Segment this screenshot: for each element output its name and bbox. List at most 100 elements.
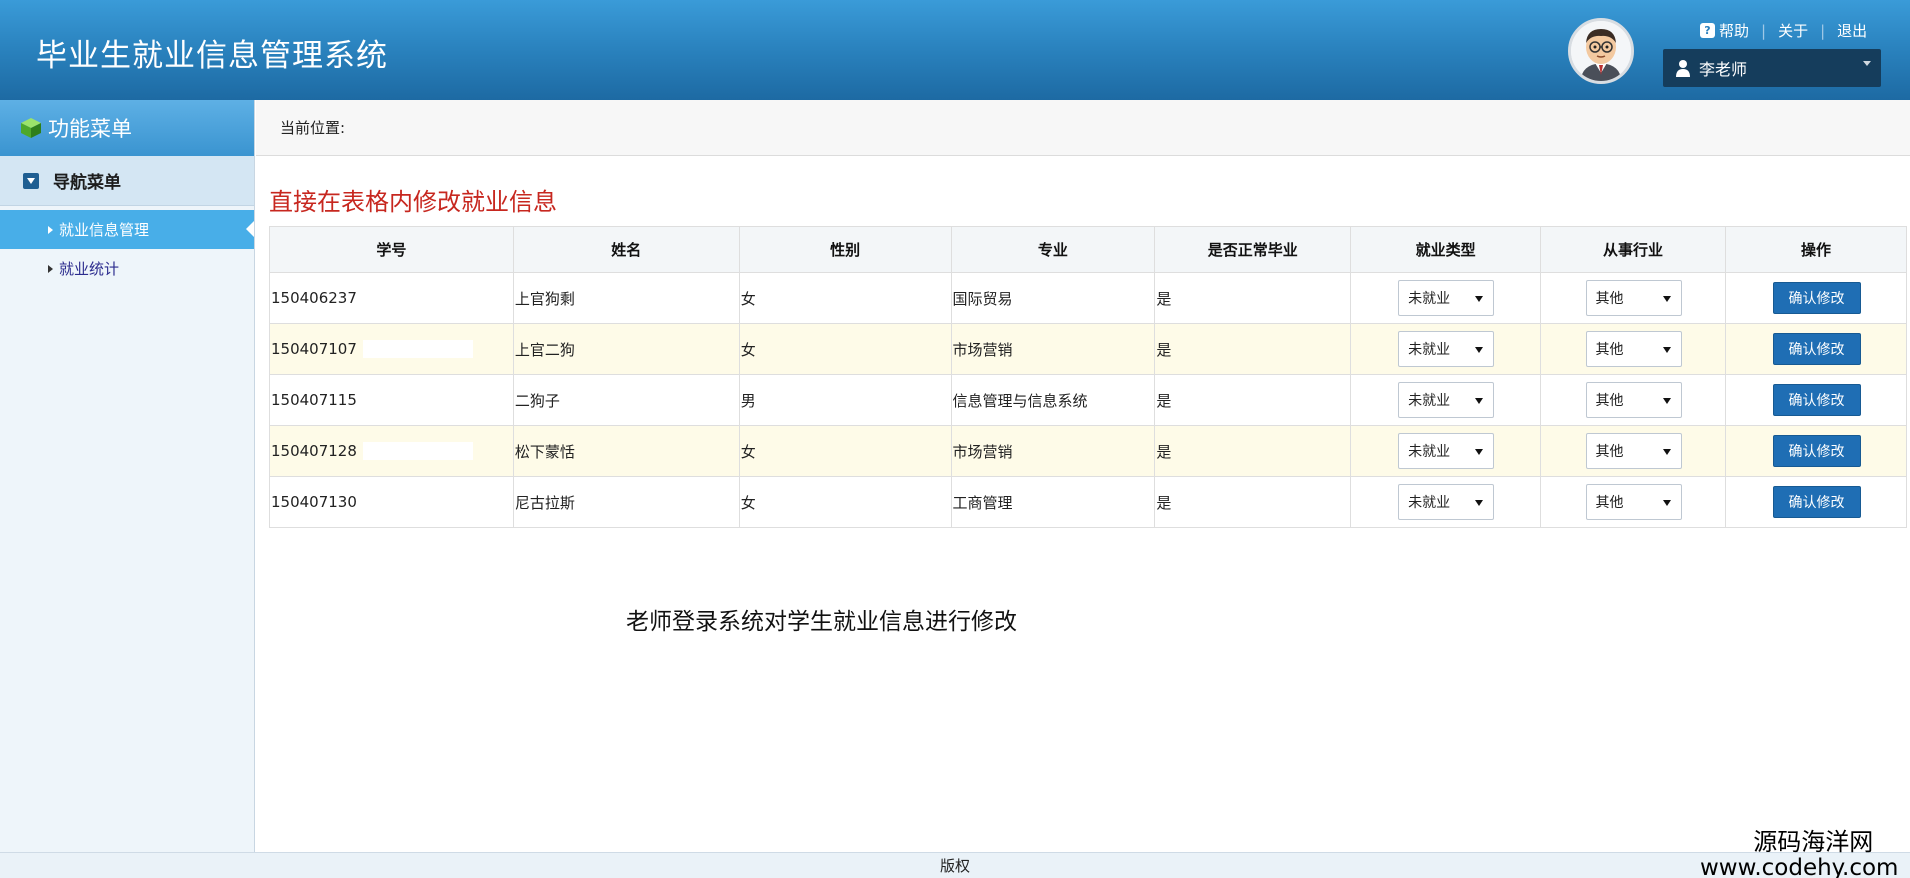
select-value: 未就业 xyxy=(1408,393,1451,409)
caret-down-icon xyxy=(1475,449,1484,455)
action-cell: 确认修改 xyxy=(1725,323,1907,375)
industry-cell: 其他 xyxy=(1540,476,1727,528)
sidebar: 功能菜单 导航菜单 就业信息管理 就业统计 xyxy=(0,100,255,852)
user-dropdown[interactable]: 李老师 xyxy=(1663,49,1881,87)
gender-cell: 女 xyxy=(738,272,952,324)
page-title: 直接在表格内修改就业信息 xyxy=(269,188,557,216)
employment-type-select[interactable]: 未就业 xyxy=(1398,484,1495,520)
graduated-cell: 是 xyxy=(1154,272,1352,324)
industry-cell: 其他 xyxy=(1540,374,1727,426)
industry-select[interactable]: 其他 xyxy=(1585,280,1682,316)
confirm-edit-button[interactable]: 确认修改 xyxy=(1772,384,1861,416)
watermark-en: www.codehy.com xyxy=(1700,855,1899,878)
caret-down-icon xyxy=(1662,296,1671,302)
confirm-edit-button[interactable]: 确认修改 xyxy=(1772,282,1861,314)
chevron-down-icon xyxy=(1863,61,1871,66)
action-cell: 确认修改 xyxy=(1725,425,1907,477)
caption-text: 老师登录系统对学生就业信息进行修改 xyxy=(626,609,1017,635)
divider: | xyxy=(1820,21,1826,40)
nav-menu-header[interactable]: 导航菜单 xyxy=(0,156,254,206)
select-value: 未就业 xyxy=(1408,495,1451,511)
employment-type-select[interactable]: 未就业 xyxy=(1398,433,1495,469)
column-header: 就业类型 xyxy=(1350,226,1542,273)
employment-type-select[interactable]: 未就业 xyxy=(1398,382,1495,418)
gender-cell: 男 xyxy=(738,374,952,426)
employment-type-cell: 未就业 xyxy=(1350,476,1542,528)
sidebar-item-label: 就业统计 xyxy=(59,260,120,278)
graduated-cell: 是 xyxy=(1154,425,1352,477)
logout-link[interactable]: 退出 xyxy=(1837,20,1867,41)
name-cell: 上官狗剩 xyxy=(512,272,740,324)
select-value: 其他 xyxy=(1595,444,1624,460)
graduated-cell: 是 xyxy=(1154,323,1352,375)
student-id-cell: 150407107 xyxy=(269,323,514,375)
table-header-row: 学号 姓名 性别 专业 是否正常毕业 就业类型 从事行业 操作 xyxy=(269,226,1907,273)
student-id-cell: 150407128 xyxy=(269,425,514,477)
help-icon[interactable]: ? xyxy=(1700,23,1715,38)
gender-cell: 女 xyxy=(738,476,952,528)
confirm-edit-button[interactable]: 确认修改 xyxy=(1772,435,1861,467)
column-header: 操作 xyxy=(1725,226,1907,273)
column-header: 专业 xyxy=(950,226,1156,273)
gender-cell: 女 xyxy=(738,323,952,375)
student-id: 150407107 xyxy=(271,339,357,358)
teacher-avatar-icon xyxy=(1571,21,1631,81)
watermark-cn: 源码海洋网 xyxy=(1753,828,1874,856)
name-cell: 上官二狗 xyxy=(512,323,740,375)
column-header: 姓名 xyxy=(512,226,740,273)
copyright-text: 版权 xyxy=(939,857,970,875)
triangle-right-icon xyxy=(48,264,53,273)
sidebar-item-employment-info[interactable]: 就业信息管理 xyxy=(0,210,254,249)
select-value: 其他 xyxy=(1595,393,1624,409)
industry-select[interactable]: 其他 xyxy=(1585,484,1682,520)
footer: 版权 xyxy=(0,852,1910,878)
employment-table: 学号 姓名 性别 专业 是否正常毕业 就业类型 从事行业 操作 15040623… xyxy=(269,226,1907,528)
student-id-cell: 150407115 xyxy=(269,374,514,426)
name-cell: 尼古拉斯 xyxy=(512,476,740,528)
triangle-right-icon xyxy=(48,225,53,234)
column-header: 从事行业 xyxy=(1540,226,1727,273)
column-header: 性别 xyxy=(738,226,952,273)
collapse-toggle-icon[interactable] xyxy=(23,172,39,189)
confirm-edit-button[interactable]: 确认修改 xyxy=(1772,486,1861,518)
table-row: 150407115 二狗子 男 信息管理与信息系统 是 未就业 其他 确认修改 xyxy=(269,374,1907,426)
student-id: 150407115 xyxy=(271,391,357,409)
top-links: ? 帮助 | 关于 | 退出 xyxy=(1700,20,1867,41)
divider: | xyxy=(1761,21,1767,40)
employment-type-cell: 未就业 xyxy=(1350,425,1542,477)
breadcrumb-label: 当前位置: xyxy=(280,119,346,137)
sidebar-item-label: 就业信息管理 xyxy=(59,221,150,239)
confirm-edit-button[interactable]: 确认修改 xyxy=(1772,333,1861,365)
column-header: 是否正常毕业 xyxy=(1154,226,1352,273)
employment-type-cell: 未就业 xyxy=(1350,374,1542,426)
table-row: 150407130 尼古拉斯 女 工商管理 是 未就业 其他 确认修改 xyxy=(269,476,1907,528)
industry-select[interactable]: 其他 xyxy=(1585,382,1682,418)
industry-cell: 其他 xyxy=(1540,272,1727,324)
top-header: 毕业生就业信息管理系统 ? 帮助 | 关于 | 退出 李老师 xyxy=(0,0,1910,100)
caret-down-icon xyxy=(1662,500,1671,506)
sidebar-item-employment-stats[interactable]: 就业统计 xyxy=(0,249,254,288)
industry-select[interactable]: 其他 xyxy=(1585,331,1682,367)
caret-down-icon xyxy=(1475,296,1484,302)
student-id-cell: 150407130 xyxy=(269,476,514,528)
student-id: 150406237 xyxy=(271,289,357,307)
employment-type-select[interactable]: 未就业 xyxy=(1398,280,1495,316)
table-row: 150407128 松下蒙恬 女 市场营销 是 未就业 其他 确认修改 xyxy=(269,425,1907,477)
major-cell: 市场营销 xyxy=(950,425,1156,477)
industry-cell: 其他 xyxy=(1540,425,1727,477)
action-cell: 确认修改 xyxy=(1725,272,1907,324)
caret-down-icon xyxy=(1662,347,1671,353)
user-icon xyxy=(1676,60,1690,77)
watermark: 源码海洋网 www.codehy.com xyxy=(1700,822,1898,878)
caret-down-icon xyxy=(1475,398,1484,404)
select-value: 未就业 xyxy=(1408,342,1451,358)
cube-icon xyxy=(21,118,41,138)
help-link[interactable]: 帮助 xyxy=(1719,20,1749,41)
industry-cell: 其他 xyxy=(1540,323,1727,375)
employment-type-select[interactable]: 未就业 xyxy=(1398,331,1495,367)
industry-select[interactable]: 其他 xyxy=(1585,433,1682,469)
action-cell: 确认修改 xyxy=(1725,476,1907,528)
app-title: 毕业生就业信息管理系统 xyxy=(36,38,388,74)
employment-type-cell: 未就业 xyxy=(1350,272,1542,324)
about-link[interactable]: 关于 xyxy=(1778,20,1808,41)
